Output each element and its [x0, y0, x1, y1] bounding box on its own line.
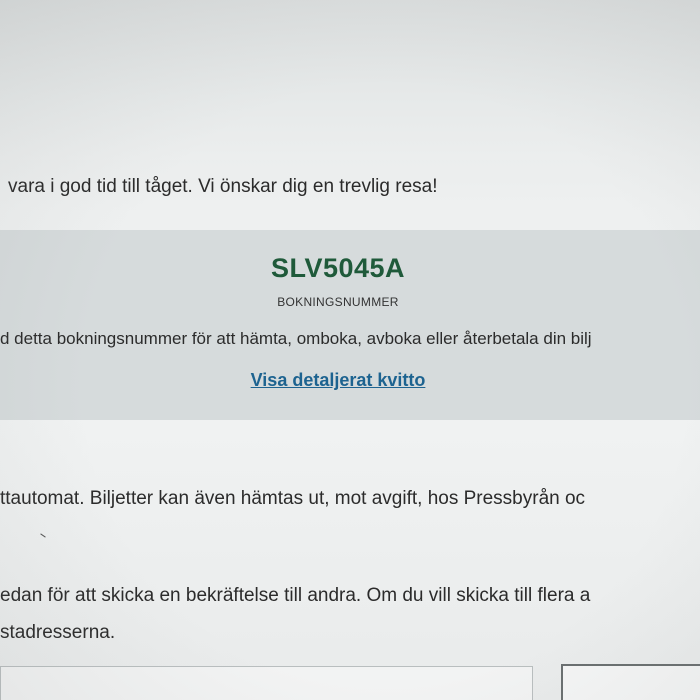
screen-speck: [40, 533, 46, 538]
confirmation-page: vara i god tid till tåget. Vi önskar dig…: [0, 0, 700, 700]
ticket-pickup-text: ttautomat. Biljetter kan även hämtas ut,…: [0, 488, 586, 509]
booking-number-caption: BOKNINGSNUMMER: [277, 295, 399, 309]
welcome-message: vara i god tid till tåget. Vi önskar dig…: [8, 176, 438, 197]
booking-usage-text: d detta bokningsnummer för att hämta, om…: [0, 329, 592, 348]
share-confirmation-text-line-1: edan för att skicka en bekräftelse till …: [0, 585, 591, 606]
email-field[interactable]: [0, 666, 533, 700]
send-button[interactable]: [561, 664, 700, 700]
detailed-receipt-link[interactable]: Visa detaljerat kvitto: [0, 370, 676, 391]
share-confirmation-text-line-2: stadresserna.: [0, 622, 116, 643]
booking-number: SLV5045A: [270, 253, 406, 283]
page-top-area: [0, 0, 700, 160]
